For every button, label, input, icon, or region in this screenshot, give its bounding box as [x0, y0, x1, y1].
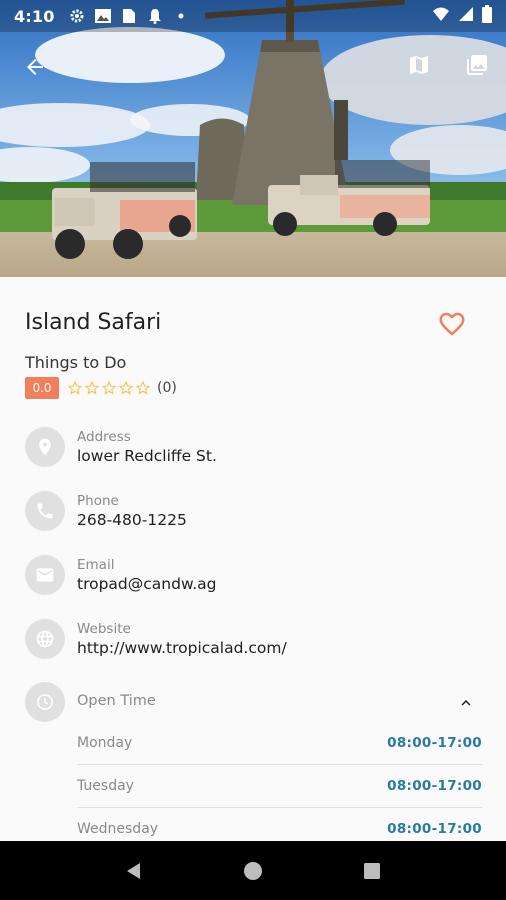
hours-row: Monday 08:00-17:00	[77, 722, 482, 765]
battery-icon	[482, 5, 492, 27]
favorite-heart-icon[interactable]	[437, 309, 467, 339]
hours-time: 08:00-17:00	[387, 778, 482, 794]
toolbar	[0, 40, 506, 90]
opening-hours-list: Monday 08:00-17:00 Tuesday 08:00-17:00 W…	[77, 722, 482, 841]
email-label: Email	[77, 557, 115, 573]
address-row[interactable]: Address lower Redcliffe St.	[25, 427, 485, 477]
hours-day: Wednesday	[77, 821, 159, 837]
sim-card-icon	[119, 6, 139, 26]
arrow-back-icon[interactable]	[18, 50, 52, 84]
rating-row: 0.0 (0)	[25, 377, 177, 399]
hours-time: 08:00-17:00	[387, 821, 482, 837]
status-bar: 4:10	[0, 0, 506, 32]
system-nav-bar	[0, 841, 506, 900]
phone-label: Phone	[77, 493, 119, 509]
globe-icon	[25, 619, 65, 659]
hours-row: Wednesday 08:00-17:00	[77, 808, 482, 841]
hours-row: Tuesday 08:00-17:00	[77, 765, 482, 808]
status-time: 4:10	[14, 6, 55, 26]
address-value: lower Redcliffe St.	[77, 447, 217, 465]
place-category: Things to Do	[25, 353, 127, 372]
detail-content[interactable]: Island Safari Things to Do 0.0 (0) Addre…	[0, 277, 506, 841]
star-outline-icon	[135, 380, 151, 395]
website-value[interactable]: http://www.tropicalad.com/	[77, 639, 287, 657]
email-icon	[25, 555, 65, 595]
gallery-icon[interactable]	[462, 50, 492, 80]
place-title: Island Safari	[25, 310, 162, 335]
star-outline-icon	[101, 380, 117, 395]
signal-icon	[458, 6, 474, 26]
hours-day: Tuesday	[77, 778, 134, 794]
phone-value: 268-480-1225	[77, 511, 187, 529]
map-icon[interactable]	[404, 50, 434, 80]
phone-row[interactable]: Phone 268-480-1225	[25, 491, 485, 541]
home-circle-icon[interactable]	[238, 856, 268, 886]
hours-time: 08:00-17:00	[387, 735, 482, 751]
rating-count: (0)	[157, 380, 177, 396]
rating-stars	[67, 380, 151, 396]
wifi-icon	[432, 6, 450, 26]
gear-icon	[67, 6, 87, 26]
back-triangle-icon[interactable]	[119, 856, 149, 886]
star-outline-icon	[67, 380, 83, 395]
email-value: tropad@candw.ag	[77, 575, 217, 593]
dot-icon	[171, 6, 191, 26]
open-time-label: Open Time	[77, 693, 156, 709]
address-label: Address	[77, 429, 131, 445]
location-pin-icon	[25, 427, 65, 467]
phone-icon	[25, 491, 65, 531]
chevron-up-icon[interactable]	[457, 694, 475, 712]
star-outline-icon	[118, 380, 134, 395]
clock-icon	[25, 682, 65, 722]
bell-icon	[145, 6, 165, 26]
image-icon	[93, 6, 113, 26]
open-time-toggle[interactable]: Open Time	[25, 682, 485, 724]
hours-day: Monday	[77, 735, 133, 751]
email-row[interactable]: Email tropad@candw.ag	[25, 555, 485, 605]
website-label: Website	[77, 621, 131, 637]
recents-square-icon[interactable]	[357, 856, 387, 886]
star-outline-icon	[84, 380, 100, 395]
website-row[interactable]: Website http://www.tropicalad.com/	[25, 619, 485, 669]
rating-badge: 0.0	[25, 377, 59, 399]
